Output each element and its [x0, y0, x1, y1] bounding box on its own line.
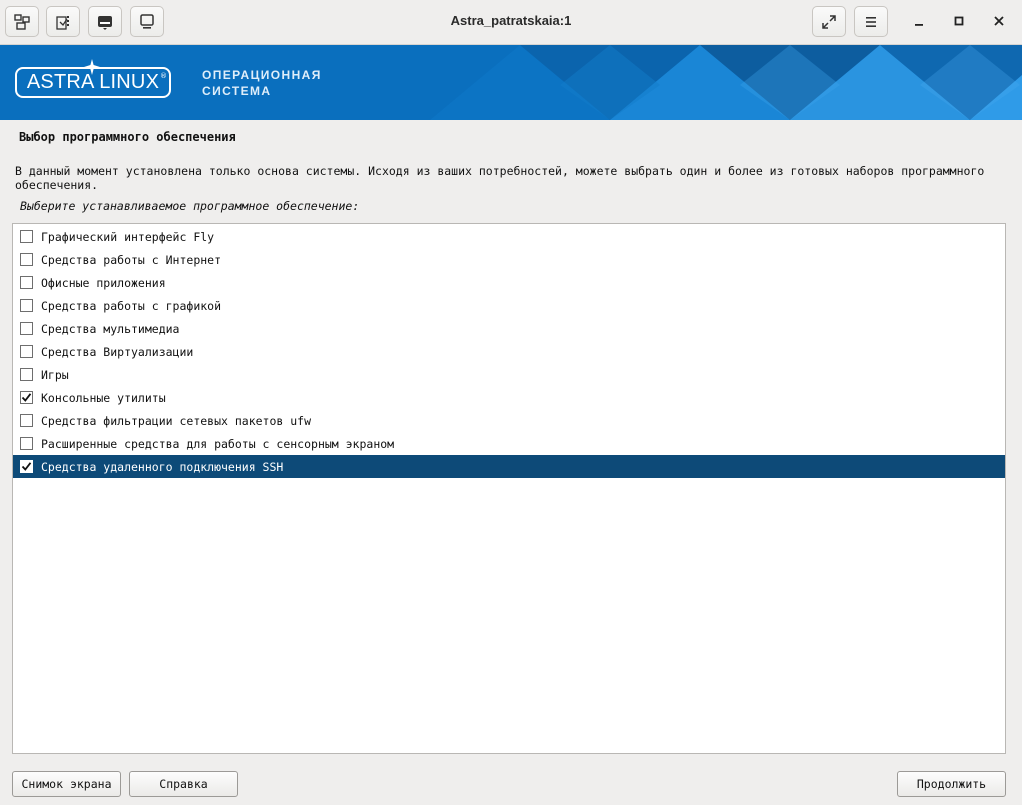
selection-prompt: Выберите устанавливаемое программное обе…	[20, 199, 360, 213]
software-item[interactable]: Консольные утилиты	[13, 386, 1005, 409]
checkbox[interactable]	[20, 460, 33, 473]
checkmark-icon	[21, 393, 32, 402]
screenshot-button[interactable]: Снимок экрана	[12, 771, 121, 797]
astra-banner: ASTRA LINUX ® ОПЕРАЦИОННАЯ СИСТЕМА	[0, 45, 1022, 120]
close-icon	[994, 16, 1004, 26]
software-item[interactable]: Офисные приложения	[13, 271, 1005, 294]
menu-icon	[866, 16, 876, 27]
software-list[interactable]: Графический интерфейс Fly Средства работы…	[12, 223, 1006, 754]
keyboard-icon	[98, 15, 112, 30]
checkmark-icon	[21, 462, 32, 471]
page-title: Выбор программного обеспечения	[19, 130, 236, 144]
fullscreen-button[interactable]	[812, 6, 846, 37]
window-titlebar: Astra_patratskaia:1	[0, 0, 1022, 45]
description-text: В данный момент установлена только основ…	[15, 164, 985, 192]
maximize-button[interactable]	[947, 10, 971, 32]
menu-button[interactable]	[854, 6, 888, 37]
checkbox[interactable]	[20, 345, 33, 358]
minimize-button[interactable]	[907, 10, 931, 32]
software-item-label: Средства удаленного подключения SSH	[41, 459, 284, 474]
windows-icon	[14, 13, 30, 30]
software-item-label: Средства фильтрации сетевых пакетов ufw	[41, 413, 312, 428]
software-item-label: Средства работы с Интернет	[41, 252, 222, 267]
checkbox[interactable]	[20, 368, 33, 381]
help-button[interactable]: Справка	[129, 771, 238, 797]
software-item[interactable]: Игры	[13, 363, 1005, 386]
software-item-label: Офисные приложения	[41, 275, 166, 290]
os-label-line2: СИСТЕМА	[202, 84, 272, 98]
monitor-button[interactable]	[130, 6, 164, 37]
checkbox[interactable]	[20, 253, 33, 266]
checkbox[interactable]	[20, 276, 33, 289]
checkbox[interactable]	[20, 437, 33, 450]
keyboard-button[interactable]	[88, 6, 122, 37]
software-item-label: Средства мультимедиа	[41, 321, 180, 336]
fullscreen-icon	[822, 14, 836, 29]
minimize-icon	[915, 24, 923, 26]
checkbox[interactable]	[20, 391, 33, 404]
close-button[interactable]	[987, 10, 1011, 32]
continue-button[interactable]: Продолжить	[897, 771, 1006, 797]
software-item[interactable]: Расширенные средства для работы с сенсор…	[13, 432, 1005, 455]
software-item[interactable]: Средства Виртуализации	[13, 340, 1005, 363]
registered-mark: ®	[160, 72, 167, 80]
software-item[interactable]: Графический интерфейс Fly	[13, 225, 1005, 248]
software-item[interactable]: Средства работы с Интернет	[13, 248, 1005, 271]
software-item-label: Средства Виртуализации	[41, 344, 194, 359]
software-item-label: Графический интерфейс Fly	[41, 229, 215, 244]
software-item-label: Средства работы с графикой	[41, 298, 222, 313]
software-item[interactable]: Средства работы с графикой	[13, 294, 1005, 317]
software-item[interactable]: Средства мультимедиа	[13, 317, 1005, 340]
checkbox[interactable]	[20, 322, 33, 335]
os-label-line1: ОПЕРАЦИОННАЯ	[202, 68, 322, 82]
software-item-label: Расширенные средства для работы с сенсор…	[41, 436, 395, 451]
checkbox[interactable]	[20, 414, 33, 427]
checkbox[interactable]	[20, 299, 33, 312]
clipboard-icon	[56, 15, 69, 30]
software-item-label: Игры	[41, 367, 69, 382]
maximize-icon	[954, 16, 964, 26]
software-item-label: Консольные утилиты	[41, 390, 166, 405]
clipboard-button[interactable]	[46, 6, 80, 37]
checkbox[interactable]	[20, 230, 33, 243]
windows-button[interactable]	[5, 6, 39, 37]
star-icon	[84, 59, 100, 75]
software-item[interactable]: Средства фильтрации сетевых пакетов ufw	[13, 409, 1005, 432]
monitor-icon	[140, 13, 154, 29]
software-item[interactable]: Средства удаленного подключения SSH	[13, 455, 1005, 478]
